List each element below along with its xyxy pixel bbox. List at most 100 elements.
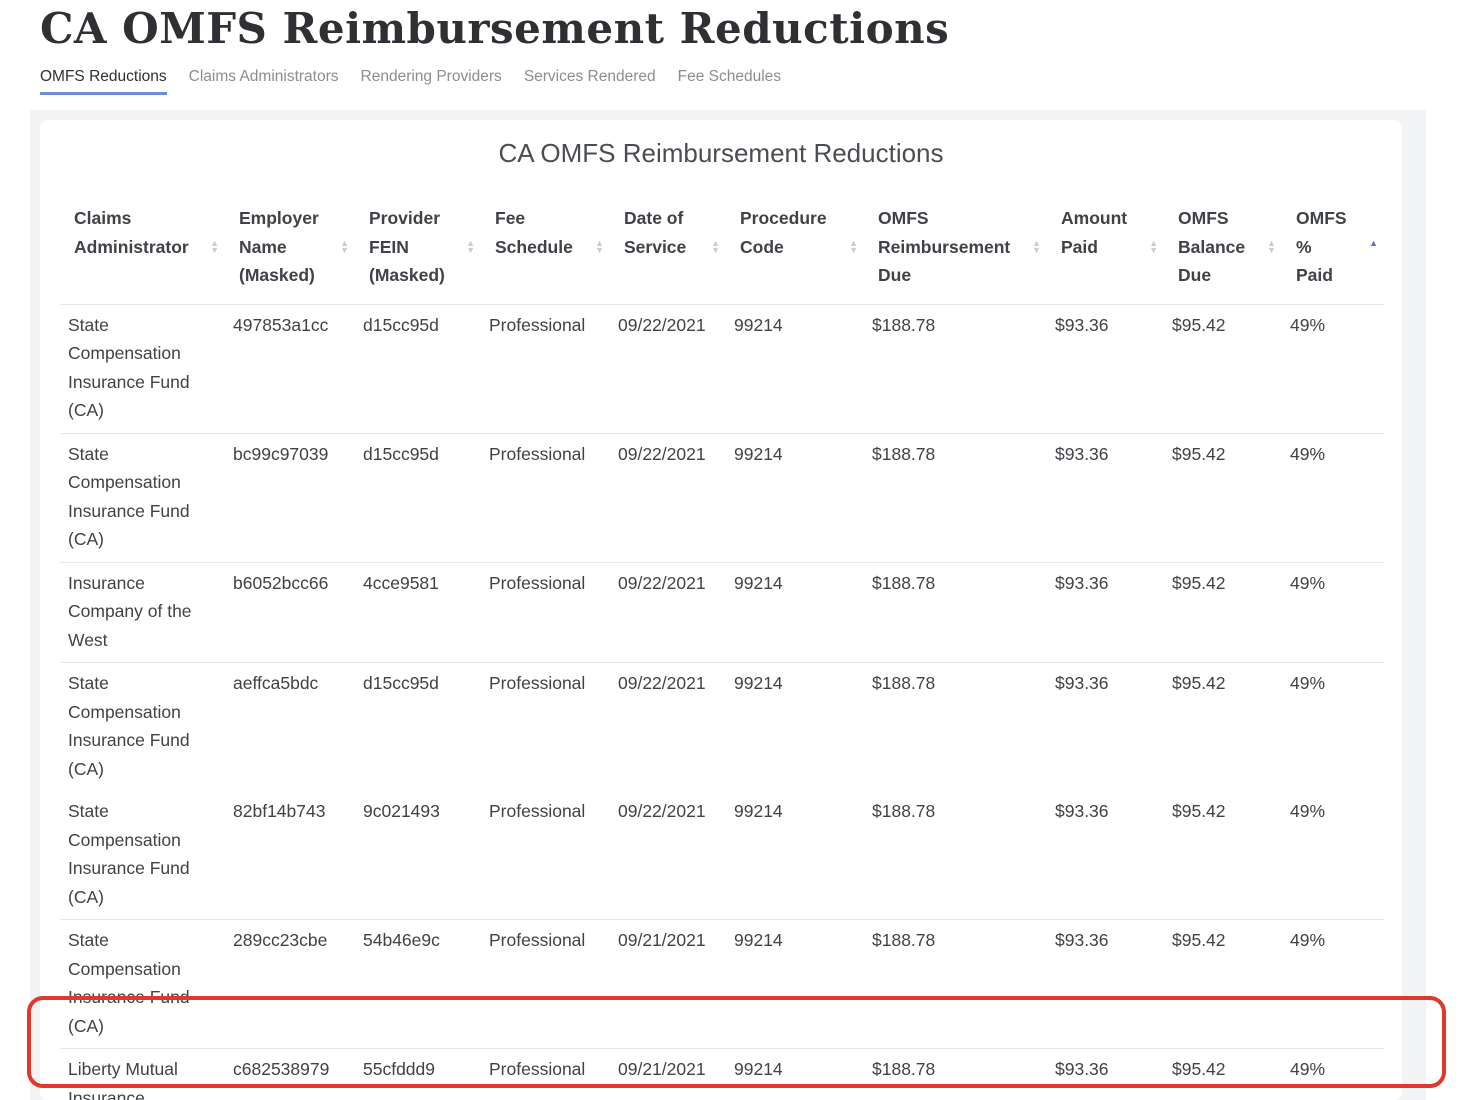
table-cell: Professional [489,673,586,693]
table-cell: 55cfddd9 [363,1059,436,1079]
table-cell: Professional [489,930,586,950]
table-cell: $93.36 [1055,572,1109,593]
table-cell: $95.42 [1172,314,1226,335]
column-header[interactable]: Employer Name (Masked) ▲ ▼ [225,202,355,304]
tab-claims-administrators[interactable]: Claims Administrators [189,68,339,95]
column-header-label: OMFS Balance Due [1178,208,1246,285]
column-header[interactable]: Procedure Code ▲ ▼ [726,202,864,304]
table-cell: State Compensation Insurance Fund (CA) [68,443,190,550]
table-cell: 49% [1290,314,1326,335]
table-cell: Liberty Mutual Insurance [68,1059,178,1100]
table-cell: 99214 [734,443,783,464]
table-cell: 09/22/2021 [618,572,706,593]
table-row[interactable]: State Compensation Insurance Fund (CA) bc… [60,433,1384,562]
table-row[interactable]: State Compensation Insurance Fund (CA) ae… [60,663,1384,792]
table-cell: $95.42 [1172,673,1226,693]
table-cell: $93.36 [1055,673,1109,693]
tab-fee-schedules[interactable]: Fee Schedules [678,68,781,95]
table-cell: $95.42 [1172,443,1226,464]
column-header[interactable]: OMFS Balance Due ▲ ▼ [1164,202,1282,304]
column-header[interactable]: Claims Administrator ▲ ▼ [60,202,225,304]
table-cell: Professional [489,572,586,593]
table-cell: c682538979 [233,1059,330,1079]
table-cell: 4cce9581 [363,572,439,593]
table-cell: $93.36 [1055,801,1109,821]
tab-rendering-providers[interactable]: Rendering Providers [361,68,502,95]
table-cell: 09/22/2021 [618,443,706,464]
tab-omfs-reductions[interactable]: OMFS Reductions [40,68,167,95]
column-header[interactable]: OMFS % Paid ▲ [1282,202,1384,304]
table-cell: 49% [1290,930,1326,950]
sort-icon[interactable]: ▲ ▼ [1032,239,1041,255]
tab-bar: OMFS Reductions Claims Administrators Re… [40,68,803,95]
table-cell: State Compensation Insurance Fund (CA) [68,930,190,1036]
sort-icon[interactable]: ▲ ▼ [595,239,604,255]
sort-icon[interactable]: ▲ ▼ [711,239,720,255]
table-row[interactable]: Insurance Company of the West b6052bcc66 4… [60,562,1384,663]
table-cell: State Compensation Insurance Fund (CA) [68,801,190,907]
table-cell: 99214 [734,673,783,693]
column-header-label: Employer Name (Masked) [239,208,319,285]
table-cell: 82bf14b743 [233,801,326,821]
table-cell: d15cc95d [363,673,439,693]
table-cell: 09/21/2021 [618,930,706,950]
table-cell: 49% [1290,1059,1326,1079]
table-panel: CA OMFS Reimbursement Reductions Claims … [40,120,1402,1100]
table-cell: 99214 [734,930,783,950]
table-cell: 09/21/2021 [618,1059,706,1079]
table-title: CA OMFS Reimbursement Reductions [498,138,944,168]
column-header[interactable]: OMFS Reimbursement Due ▲ ▼ [864,202,1047,304]
sort-icon[interactable]: ▲ ▼ [1267,239,1276,255]
table-cell: 54b46e9c [363,930,440,950]
table-cell: $188.78 [872,1059,936,1079]
table-cell: 09/22/2021 [618,673,706,693]
table-cell: 09/22/2021 [618,314,706,335]
sort-ascending-icon[interactable]: ▲ [1369,239,1378,248]
table-cell: $188.78 [872,673,936,693]
table-cell: 09/22/2021 [618,801,706,821]
table-cell: 99214 [734,314,783,335]
table-row[interactable]: State Compensation Insurance Fund (CA) 49… [60,304,1384,433]
table-cell: Professional [489,314,586,335]
column-header-label: Claims Administrator [74,208,189,257]
table-cell: 99214 [734,1059,783,1079]
table-cell: d15cc95d [363,314,439,335]
table-cell: 49% [1290,801,1326,821]
table-cell: $95.42 [1172,801,1226,821]
column-header[interactable]: Fee Schedule ▲ ▼ [481,202,610,304]
page-title: CA OMFS Reimbursement Reductions [40,4,950,53]
table-cell: $188.78 [872,314,936,335]
sort-icon[interactable]: ▲ ▼ [340,239,349,255]
table-cell: $95.42 [1172,572,1226,593]
table-cell: State Compensation Insurance Fund (CA) [68,673,190,779]
column-header[interactable]: Provider FEIN (Masked) ▲ ▼ [355,202,481,304]
table-cell: 99214 [734,801,783,821]
column-header-label: Fee Schedule [495,208,573,257]
table-cell: 9c021493 [363,801,440,821]
table-cell: 49% [1290,572,1326,593]
table-cell: Professional [489,1059,586,1079]
column-header[interactable]: Date of Service ▲ ▼ [610,202,726,304]
table-cell: Professional [489,801,586,821]
table-cell: $95.42 [1172,1059,1226,1079]
table-cell: $188.78 [872,572,936,593]
sort-icon[interactable]: ▲ ▼ [849,239,858,255]
table-row[interactable]: State Compensation Insurance Fund (CA) 28… [60,920,1384,1049]
table-cell: Insurance Company of the West [68,572,192,650]
sort-icon[interactable]: ▲ ▼ [210,239,219,255]
table-cell: b6052bcc66 [233,572,329,593]
tab-services-rendered[interactable]: Services Rendered [524,68,656,95]
table-cell: $93.36 [1055,314,1109,335]
table-cell: 99214 [734,572,783,593]
table-cell: 497853a1cc [233,314,329,335]
table-cell: $93.36 [1055,930,1109,950]
table-cell: Professional [489,443,586,464]
table-cell: 289cc23cbe [233,930,328,950]
column-header[interactable]: Amount Paid ▲ ▼ [1047,202,1164,304]
sort-icon[interactable]: ▲ ▼ [1149,239,1158,255]
table-row[interactable]: State Compensation Insurance Fund (CA) 82… [60,791,1384,920]
table-cell: bc99c97039 [233,443,329,464]
sort-icon[interactable]: ▲ ▼ [466,239,475,255]
table-row[interactable]: Liberty Mutual Insurance c682538979 55cfdd… [60,1049,1384,1100]
table-cell: $93.36 [1055,443,1109,464]
